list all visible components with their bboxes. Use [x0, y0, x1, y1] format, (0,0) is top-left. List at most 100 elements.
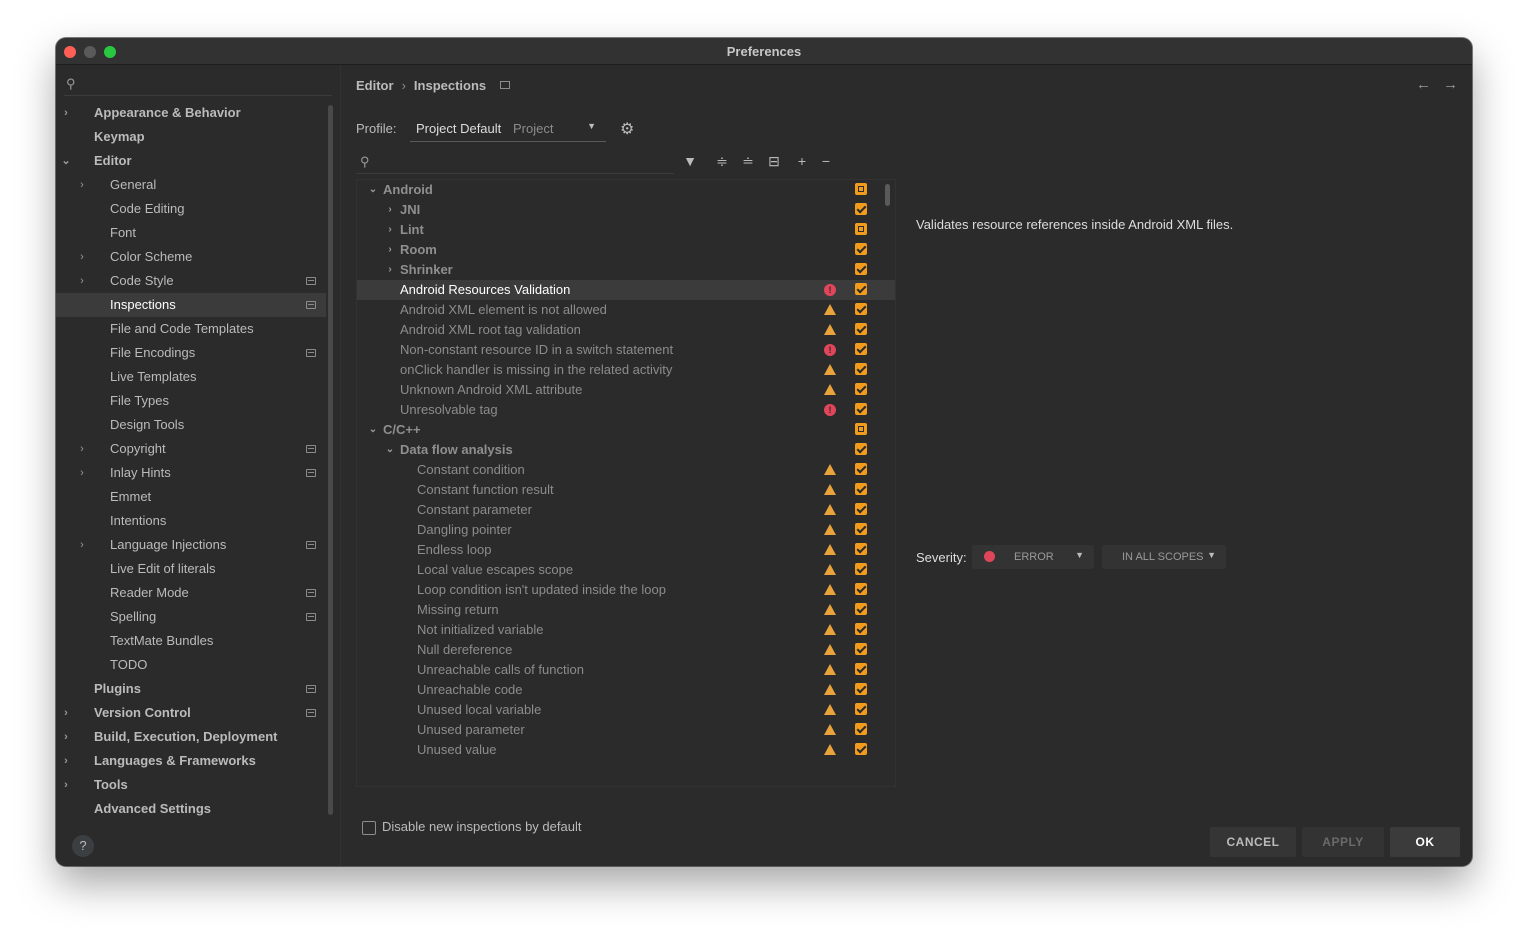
sidebar-item[interactable]: › Inlay Hints	[56, 461, 326, 485]
chevron-right-icon[interactable]: ›	[76, 533, 88, 557]
inspection-checkbox[interactable]	[855, 263, 867, 275]
chevron-right-icon[interactable]: ›	[384, 220, 396, 240]
inspection-checkbox[interactable]	[855, 283, 867, 295]
help-button[interactable]: ?	[72, 835, 94, 857]
inspection-row[interactable]: Not initialized variable	[357, 620, 895, 640]
inspection-checkbox[interactable]	[855, 643, 867, 655]
inspection-checkbox[interactable]	[855, 423, 867, 435]
sidebar-scrollbar[interactable]	[328, 105, 333, 815]
sidebar-item[interactable]: Code Editing	[56, 197, 326, 221]
inspection-checkbox[interactable]	[855, 183, 867, 195]
sidebar-item[interactable]: Font	[56, 221, 326, 245]
sidebar-item[interactable]: › Languages & Frameworks	[56, 749, 326, 773]
sidebar-item[interactable]: › Build, Execution, Deployment	[56, 725, 326, 749]
inspection-row[interactable]: Endless loop	[357, 540, 895, 560]
inspection-checkbox[interactable]	[855, 383, 867, 395]
inspection-checkbox[interactable]	[855, 203, 867, 215]
inspection-checkbox[interactable]	[855, 223, 867, 235]
sidebar-item[interactable]: File Types	[56, 389, 326, 413]
forward-arrow-icon[interactable]: →	[1443, 76, 1458, 93]
collapse-all-icon[interactable]: ≐	[738, 151, 758, 171]
filter-icon[interactable]: ▼	[680, 151, 700, 171]
inspection-checkbox[interactable]	[855, 563, 867, 575]
inspection-group[interactable]: › JNI	[357, 200, 895, 220]
chevron-right-icon[interactable]: ›	[384, 200, 396, 220]
inspection-group[interactable]: › Shrinker	[357, 260, 895, 280]
chevron-right-icon[interactable]: ›	[76, 437, 88, 461]
inspection-checkbox[interactable]	[855, 523, 867, 535]
chevron-right-icon[interactable]: ›	[76, 173, 88, 197]
sidebar-item[interactable]: Live Edit of literals	[56, 557, 326, 581]
inspection-checkbox[interactable]	[855, 503, 867, 515]
inspection-row[interactable]: Unused value	[357, 740, 895, 760]
sidebar-item[interactable]: Keymap	[56, 125, 326, 149]
sidebar-item[interactable]: Spelling	[56, 605, 326, 629]
inspection-group[interactable]: › Lint	[357, 220, 895, 240]
add-icon[interactable]: +	[792, 151, 812, 171]
remove-icon[interactable]: −	[816, 151, 836, 171]
sidebar-item[interactable]: File Encodings	[56, 341, 326, 365]
inspection-checkbox[interactable]	[855, 323, 867, 335]
apply-button[interactable]: APPLY	[1302, 827, 1384, 857]
reset-to-default-icon[interactable]: ⊟	[764, 151, 784, 171]
inspection-row[interactable]: Unknown Android XML attribute	[357, 380, 895, 400]
inspection-row[interactable]: Local value escapes scope	[357, 560, 895, 580]
chevron-right-icon[interactable]: ›	[384, 240, 396, 260]
chevron-down-icon[interactable]: ⌄	[367, 420, 379, 440]
sidebar-item[interactable]: Plugins	[56, 677, 326, 701]
inspection-row[interactable]: Unreachable calls of function	[357, 660, 895, 680]
inspection-checkbox[interactable]	[855, 463, 867, 475]
sidebar-item[interactable]: Intentions	[56, 509, 326, 533]
chevron-right-icon[interactable]: ›	[60, 101, 72, 125]
scope-dropdown[interactable]: IN ALL SCOPES ▼	[1102, 545, 1226, 569]
inspection-checkbox[interactable]	[855, 583, 867, 595]
inspection-row[interactable]: Android XML root tag validation	[357, 320, 895, 340]
inspection-checkbox[interactable]	[855, 363, 867, 375]
inspection-checkbox[interactable]	[855, 623, 867, 635]
profile-dropdown[interactable]: Project Default Project ▼	[410, 117, 606, 142]
sidebar-item[interactable]: › Language Injections	[56, 533, 326, 557]
inspection-checkbox[interactable]	[855, 703, 867, 715]
sidebar-item[interactable]: File and Code Templates	[56, 317, 326, 341]
inspections-search-input[interactable]	[382, 153, 666, 171]
inspection-checkbox[interactable]	[855, 743, 867, 755]
sidebar-search-input[interactable]	[86, 75, 330, 93]
chevron-down-icon[interactable]: ⌄	[384, 440, 396, 460]
cancel-button[interactable]: CANCEL	[1210, 827, 1296, 857]
chevron-right-icon[interactable]: ›	[60, 749, 72, 773]
inspection-checkbox[interactable]	[855, 543, 867, 555]
sidebar-item[interactable]: › General	[56, 173, 326, 197]
sidebar-item[interactable]: Live Templates	[56, 365, 326, 389]
inspection-row[interactable]: Null dereference	[357, 640, 895, 660]
inspection-checkbox[interactable]	[855, 683, 867, 695]
chevron-right-icon[interactable]: ›	[60, 773, 72, 797]
inspection-group[interactable]: ⌄ Data flow analysis	[357, 440, 895, 460]
inspection-checkbox[interactable]	[855, 723, 867, 735]
chevron-right-icon[interactable]: ›	[76, 245, 88, 269]
sidebar-item[interactable]: TODO	[56, 653, 326, 677]
inspection-checkbox[interactable]	[855, 303, 867, 315]
sidebar-item[interactable]: Reader Mode	[56, 581, 326, 605]
sidebar-item[interactable]: Emmet	[56, 485, 326, 509]
sidebar-item[interactable]: Design Tools	[56, 413, 326, 437]
inspection-group[interactable]: › Room	[357, 240, 895, 260]
sidebar-item[interactable]: Inspections	[56, 293, 326, 317]
sidebar-item[interactable]: TextMate Bundles	[56, 629, 326, 653]
inspection-group[interactable]: ⌄ Android	[357, 180, 895, 200]
sidebar-item[interactable]: ⌄ Editor	[56, 149, 326, 173]
inspection-row[interactable]: Unresolvable tag!	[357, 400, 895, 420]
sidebar-item[interactable]: › Code Style	[56, 269, 326, 293]
inspection-checkbox[interactable]	[855, 483, 867, 495]
inspections-scrollbar[interactable]	[885, 184, 890, 206]
inspection-row[interactable]: Constant parameter	[357, 500, 895, 520]
inspection-row[interactable]: Unreachable code	[357, 680, 895, 700]
inspection-checkbox[interactable]	[855, 663, 867, 675]
chevron-down-icon[interactable]: ⌄	[367, 180, 379, 200]
sidebar-item[interactable]: › Appearance & Behavior	[56, 101, 326, 125]
sidebar-item[interactable]: › Color Scheme	[56, 245, 326, 269]
sidebar-item[interactable]: Advanced Settings	[56, 797, 326, 821]
sidebar-item[interactable]: › Version Control	[56, 701, 326, 725]
inspection-row[interactable]: Missing return	[357, 600, 895, 620]
chevron-right-icon[interactable]: ›	[384, 260, 396, 280]
chevron-right-icon[interactable]: ›	[76, 269, 88, 293]
